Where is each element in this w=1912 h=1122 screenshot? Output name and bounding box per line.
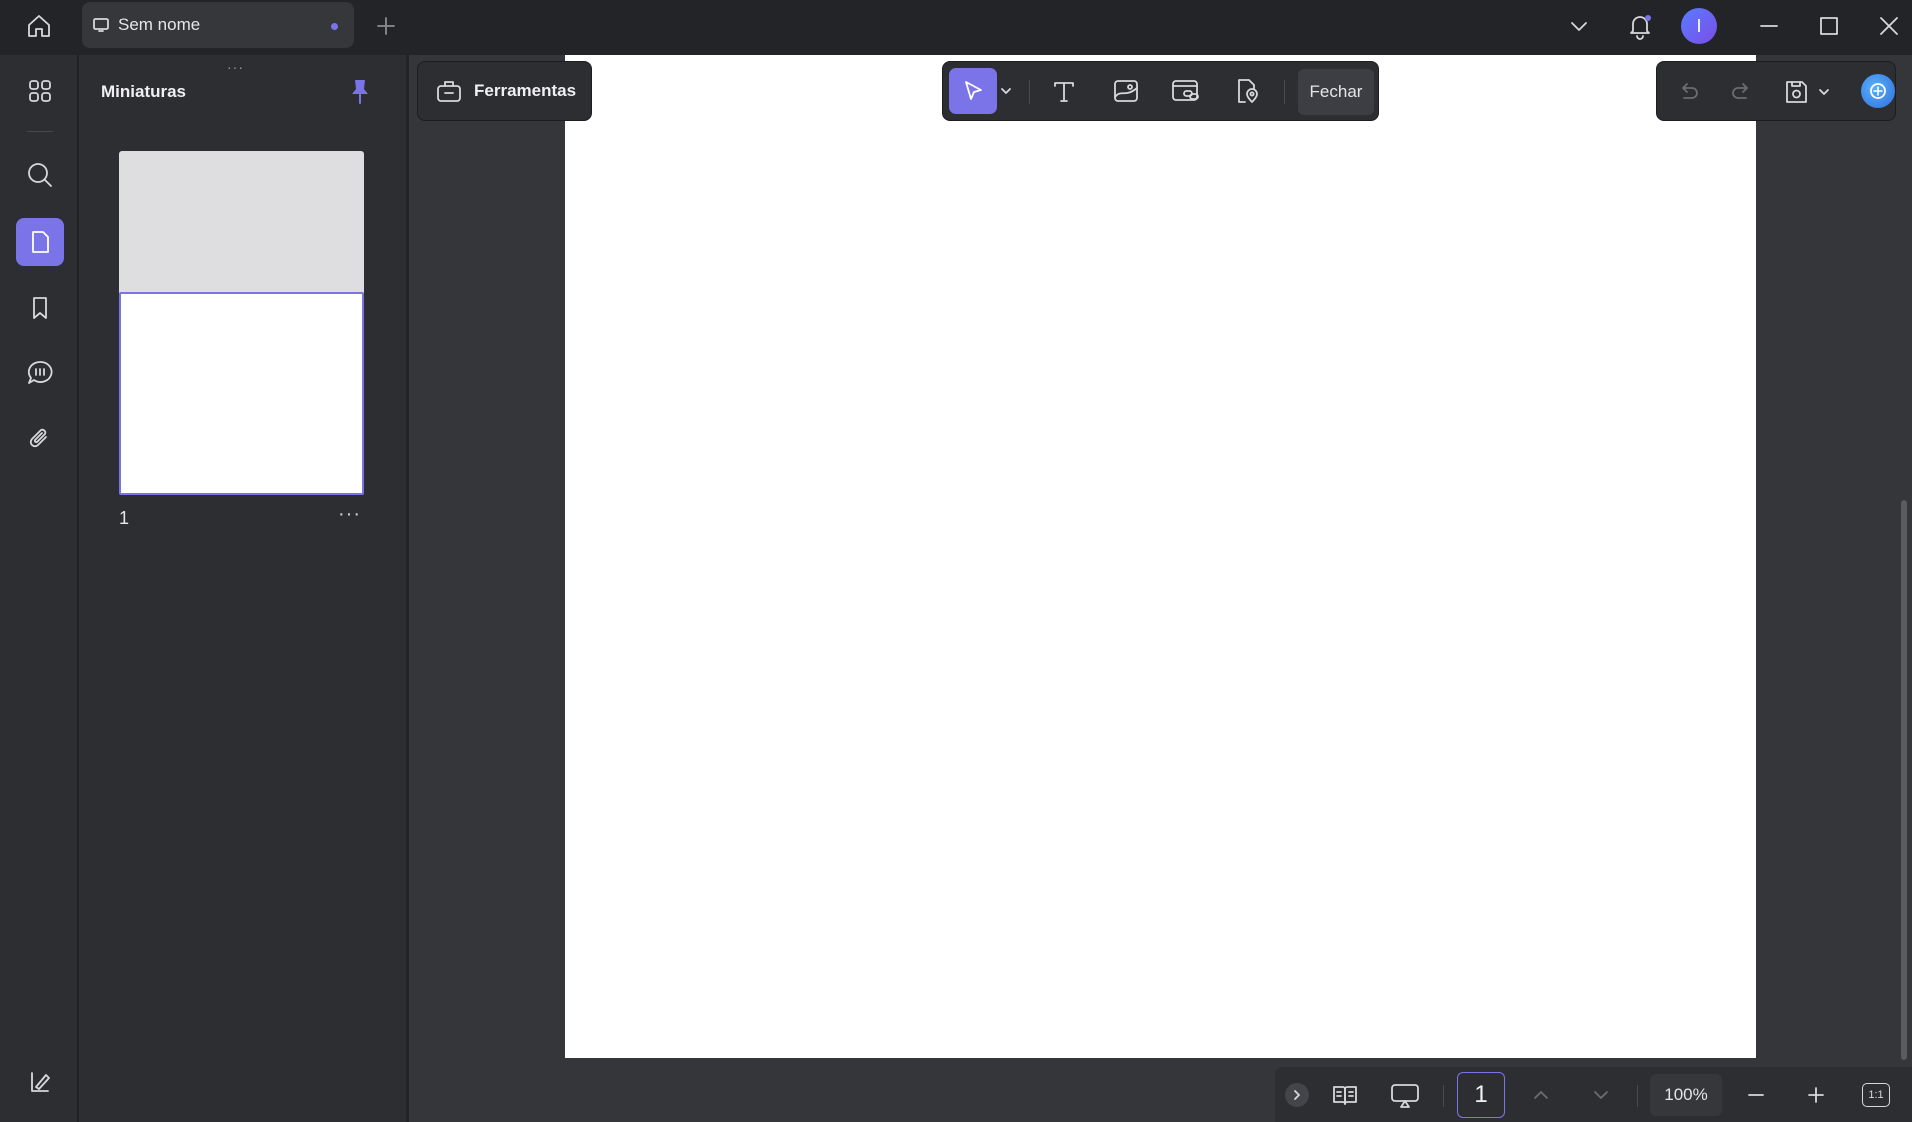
thumbnail-page-number: 1 xyxy=(119,508,130,528)
actual-size-button[interactable]: 1:1 xyxy=(1858,1077,1894,1113)
ai-assistant-icon xyxy=(1870,83,1886,99)
close-window-button[interactable] xyxy=(1873,10,1905,42)
image-tool-button[interactable] xyxy=(1103,68,1149,114)
undo-icon xyxy=(1682,83,1698,99)
rail-item-comments[interactable] xyxy=(16,349,64,397)
close-icon xyxy=(1880,17,1898,35)
link-icon xyxy=(1172,80,1199,101)
thumbnail-page-preview xyxy=(119,292,364,495)
sidebar-toggle-icon xyxy=(31,1072,50,1092)
thumbnails-panel: ··· Miniaturas 1 ··· xyxy=(79,55,406,1122)
reading-mode-button[interactable] xyxy=(1327,1077,1363,1113)
maximize-icon xyxy=(1820,17,1838,35)
minimize-icon xyxy=(1760,25,1778,27)
page-number-input[interactable]: 1 xyxy=(1457,1072,1505,1118)
bookmark-icon xyxy=(33,297,47,319)
edit-toolbar: Fechar xyxy=(942,61,1379,121)
rail-item-search[interactable] xyxy=(16,151,64,199)
paperclip-icon xyxy=(29,428,47,448)
monitor-icon xyxy=(93,18,109,32)
save-icon xyxy=(1786,81,1807,103)
redo-icon xyxy=(1732,83,1748,99)
bottom-bar-divider xyxy=(1443,1085,1444,1107)
panel-title: Miniaturas xyxy=(101,82,187,101)
text-icon xyxy=(1054,82,1074,102)
location-tool-button[interactable] xyxy=(1223,68,1269,114)
close-edit-button[interactable]: Fechar xyxy=(1298,69,1374,115)
book-icon xyxy=(1333,1086,1357,1105)
plus-icon xyxy=(1808,1087,1824,1103)
chevron-down-icon xyxy=(1594,1091,1608,1099)
zoom-level-field[interactable]: 100% xyxy=(1650,1074,1722,1116)
home-button[interactable] xyxy=(22,10,56,42)
rail-item-organize[interactable] xyxy=(16,67,64,115)
title-bar: Sem nome I xyxy=(0,0,1912,52)
rail-sidebar-toggle[interactable] xyxy=(16,1058,64,1106)
bell-icon xyxy=(1630,15,1651,40)
tab-title: Sem nome xyxy=(118,15,201,34)
redo-button[interactable] xyxy=(1719,69,1765,115)
chevron-down-icon xyxy=(1571,22,1587,31)
pin-panel-button[interactable] xyxy=(345,75,375,107)
rail-item-thumbnails[interactable] xyxy=(16,218,64,266)
zoom-in-button[interactable] xyxy=(1798,1077,1834,1113)
left-rail xyxy=(0,55,78,1122)
document-page[interactable] xyxy=(565,55,1756,1058)
bottom-bar-divider xyxy=(1637,1085,1638,1107)
text-tool-button[interactable] xyxy=(1041,68,1087,114)
ai-assistant-button[interactable] xyxy=(1861,74,1895,108)
chevron-right-icon xyxy=(1294,1090,1300,1100)
minus-icon xyxy=(1748,1094,1764,1096)
panel-resize-grip[interactable]: ··· xyxy=(227,59,244,75)
new-tab-button[interactable] xyxy=(372,12,400,40)
select-tool-dropdown[interactable] xyxy=(997,68,1015,114)
rail-item-bookmarks[interactable] xyxy=(16,284,64,332)
select-tool-button[interactable] xyxy=(949,68,997,114)
save-options-dropdown[interactable] xyxy=(1813,69,1835,115)
toolbar-divider xyxy=(1284,80,1285,104)
chevron-up-icon xyxy=(1534,1091,1548,1099)
comment-icon xyxy=(27,361,53,384)
toolbar-divider xyxy=(1029,80,1030,104)
bottom-bar-collapse-button[interactable] xyxy=(1285,1083,1309,1107)
grid-icon xyxy=(29,80,51,102)
image-icon xyxy=(1114,80,1138,102)
minimize-button[interactable] xyxy=(1753,10,1785,42)
search-icon xyxy=(28,163,52,187)
previous-page-button[interactable] xyxy=(1523,1077,1559,1113)
home-icon xyxy=(28,15,50,37)
tools-button[interactable]: Ferramentas xyxy=(417,61,592,121)
page-thumbnail[interactable] xyxy=(119,151,364,495)
presentation-button[interactable] xyxy=(1387,1077,1423,1113)
select-arrow-icon xyxy=(965,81,982,100)
history-toolbar xyxy=(1656,61,1896,121)
zoom-out-button[interactable] xyxy=(1738,1077,1774,1113)
notifications-button[interactable] xyxy=(1623,10,1657,42)
undo-button[interactable] xyxy=(1665,69,1711,115)
chevron-down-icon xyxy=(1819,89,1829,95)
toolbox-icon xyxy=(437,81,461,102)
pin-icon xyxy=(352,80,368,104)
presentation-icon xyxy=(1391,1084,1419,1108)
rail-item-attachments[interactable] xyxy=(16,415,64,463)
page-icon xyxy=(32,231,49,253)
thumbnail-more-button[interactable]: ··· xyxy=(338,504,361,524)
document-tab[interactable]: Sem nome xyxy=(82,2,354,48)
avatar[interactable]: I xyxy=(1681,8,1717,44)
vertical-scrollbar[interactable] xyxy=(1901,500,1907,1060)
location-icon xyxy=(1238,79,1258,103)
chevron-down-icon xyxy=(1001,88,1011,94)
maximize-button[interactable] xyxy=(1813,10,1845,42)
tabs-dropdown-button[interactable] xyxy=(1563,10,1595,42)
rail-divider xyxy=(27,131,53,132)
link-tool-button[interactable] xyxy=(1163,68,1209,114)
next-page-button[interactable] xyxy=(1583,1077,1619,1113)
actual-size-icon: 1:1 xyxy=(1862,1083,1890,1107)
unsaved-indicator xyxy=(331,23,338,30)
plus-icon xyxy=(377,17,395,35)
bottom-bar: 1 100% 1:1 xyxy=(1275,1067,1912,1122)
tools-label: Ferramentas xyxy=(474,81,577,100)
